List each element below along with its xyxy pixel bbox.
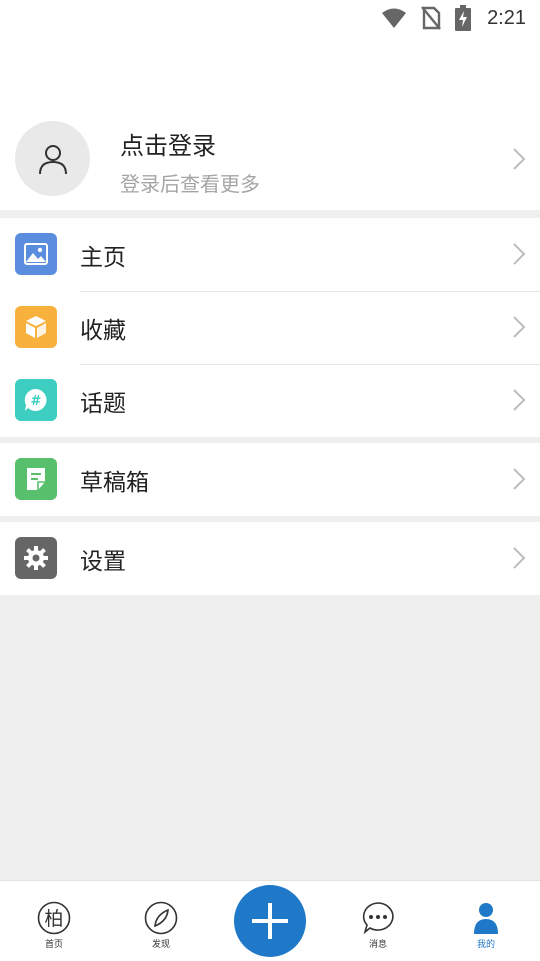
nav-label: 我的 xyxy=(476,940,495,950)
nav-tab-discover[interactable]: 发现 xyxy=(116,881,206,961)
top-bar: 2:21 xyxy=(0,0,540,108)
wifi-icon xyxy=(381,7,407,29)
menu-item-topics[interactable]: # 话题 xyxy=(0,364,540,437)
no-sim-icon xyxy=(421,6,441,30)
menu-item-favorites[interactable]: 收藏 xyxy=(0,291,540,364)
chevron-right-icon xyxy=(513,316,526,338)
nav-label: 发现 xyxy=(151,940,170,950)
menu-label: 主页 xyxy=(80,245,126,271)
hashtag-chat-icon: # xyxy=(15,379,57,421)
avatar[interactable] xyxy=(15,121,90,196)
menu-item-homepage[interactable]: 主页 xyxy=(0,218,540,291)
menu-item-drafts[interactable]: 草稿箱 xyxy=(0,443,540,516)
image-icon xyxy=(15,233,57,275)
add-post-button[interactable] xyxy=(234,885,306,957)
user-icon xyxy=(38,144,67,174)
chat-bubble-icon xyxy=(362,902,394,935)
bottom-nav: 柏 首页 发现 消息 我的 xyxy=(0,880,540,961)
chevron-right-icon xyxy=(513,547,526,569)
chevron-right-icon xyxy=(513,148,526,170)
chevron-right-icon xyxy=(513,468,526,490)
menu-label: 草稿箱 xyxy=(80,470,149,496)
menu-group-settings: 设置 xyxy=(0,522,540,595)
menu-label: 设置 xyxy=(80,549,126,575)
login-subtitle: 登录后查看更多 xyxy=(120,172,260,196)
svg-text:柏: 柏 xyxy=(44,908,63,930)
menu-label: 收藏 xyxy=(80,318,126,344)
nav-label: 消息 xyxy=(368,940,387,950)
gear-icon xyxy=(15,537,57,579)
chevron-right-icon xyxy=(513,243,526,265)
nav-tab-messages[interactable]: 消息 xyxy=(333,881,423,961)
svg-text:#: # xyxy=(31,394,42,409)
nav-tab-home[interactable]: 柏 首页 xyxy=(9,881,99,961)
login-row[interactable]: 点击登录 登录后查看更多 xyxy=(0,108,540,210)
person-icon xyxy=(474,903,498,934)
bai-logo-icon: 柏 xyxy=(37,901,71,935)
nav-label: 首页 xyxy=(44,940,63,950)
draft-icon xyxy=(15,458,57,500)
status-time: 2:21 xyxy=(487,6,526,29)
battery-charging-icon xyxy=(455,5,472,31)
chevron-right-icon xyxy=(513,389,526,411)
menu-label: 话题 xyxy=(80,391,126,417)
compass-icon xyxy=(144,901,178,935)
menu-group-drafts: 草稿箱 xyxy=(0,443,540,516)
plus-icon xyxy=(252,903,288,939)
login-title[interactable]: 点击登录 xyxy=(120,126,216,161)
box-icon xyxy=(15,306,57,348)
menu-group-main: 主页 收藏 # 话题 xyxy=(0,218,540,437)
nav-tab-me[interactable]: 我的 xyxy=(441,881,531,961)
menu-item-settings[interactable]: 设置 xyxy=(0,522,540,595)
status-bar: 2:21 xyxy=(381,0,540,36)
